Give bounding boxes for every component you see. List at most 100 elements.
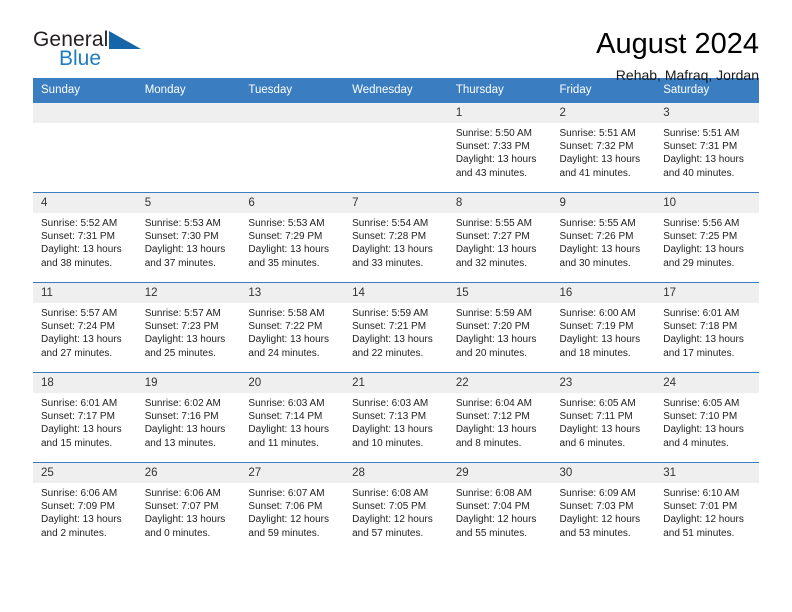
day-number: 9 <box>551 193 656 213</box>
sunrise-text: Sunrise: 6:03 AM <box>248 398 325 409</box>
sunrise-text: Sunrise: 5:58 AM <box>248 308 325 319</box>
calendar-day-cell[interactable]: 17 Sunrise: 6:01 AM Sunset: 7:18 PM Dayligh… <box>655 282 759 373</box>
calendar-week-row: 4 Sunrise: 5:52 AM Sunset: 7:31 PM Daylight… <box>33 192 759 283</box>
title-block: August 2024 Rehab, Mafraq, Jordan <box>596 26 759 85</box>
sunrise-text: Sunrise: 5:56 AM <box>663 218 740 229</box>
daylight-text: Daylight: 13 hours and 11 minutes. <box>248 424 330 449</box>
sunset-text: Sunset: 7:31 PM <box>41 231 115 243</box>
calendar-day-cell[interactable]: 30 Sunrise: 6:09 AM Sunset: 7:03 PM Dayligh… <box>551 462 656 553</box>
daylight-text: Daylight: 12 hours and 59 minutes. <box>248 514 330 539</box>
daylight-text: Daylight: 13 hours and 8 minutes. <box>455 424 537 449</box>
sunrise-text: Sunrise: 6:03 AM <box>352 398 429 409</box>
calendar-day-cell[interactable]: 14 Sunrise: 5:59 AM Sunset: 7:21 PM Dayligh… <box>344 282 448 373</box>
daylight-text: Daylight: 13 hours and 40 minutes. <box>663 154 744 179</box>
sunset-text: Sunset: 7:04 PM <box>455 501 530 513</box>
calendar-day-cell[interactable]: 5 Sunrise: 5:53 AM Sunset: 7:30 PM Daylight… <box>136 192 241 283</box>
calendar-day-cell[interactable]: 12 Sunrise: 5:57 AM Sunset: 7:23 PM Dayligh… <box>136 282 241 373</box>
daylight-text: Daylight: 12 hours and 51 minutes. <box>663 514 744 539</box>
daylight-text: Daylight: 13 hours and 27 minutes. <box>41 334 122 359</box>
calendar-body: 1 Sunrise: 5:50 AM Sunset: 7:33 PM Daylight… <box>33 102 759 553</box>
sunset-text: Sunset: 7:19 PM <box>559 321 634 333</box>
day-number: 31 <box>655 463 759 483</box>
sunrise-text: Sunrise: 6:06 AM <box>41 488 118 499</box>
calendar-week-row: 1 Sunrise: 5:50 AM Sunset: 7:33 PM Daylight… <box>33 102 759 193</box>
calendar-day-cell[interactable]: 28 Sunrise: 6:08 AM Sunset: 7:05 PM Dayligh… <box>344 462 448 553</box>
page-subtitle: Rehab, Mafraq, Jordan <box>615 67 759 83</box>
general-blue-logo[interactable]: General Blue <box>33 26 143 72</box>
calendar-day-cell[interactable]: 9 Sunrise: 5:55 AM Sunset: 7:26 PM Daylight… <box>551 192 656 283</box>
sunrise-text: Sunrise: 5:59 AM <box>455 308 532 319</box>
daylight-text: Daylight: 13 hours and 22 minutes. <box>352 334 433 359</box>
daylight-text: Daylight: 13 hours and 13 minutes. <box>144 424 226 449</box>
day-number: 29 <box>447 463 552 483</box>
day-sun-info: Sunrise: 6:08 AM Sunset: 7:04 PM Daylight:… <box>448 483 552 540</box>
sunrise-text: Sunrise: 6:08 AM <box>352 488 429 499</box>
sunset-text: Sunset: 7:14 PM <box>248 411 323 423</box>
day-sun-info: Sunrise: 6:06 AM Sunset: 7:09 PM Daylight:… <box>33 483 137 540</box>
day-number <box>33 103 137 123</box>
day-number: 3 <box>655 103 759 123</box>
daylight-text: Daylight: 12 hours and 57 minutes. <box>352 514 433 539</box>
day-sun-info: Sunrise: 5:57 AM Sunset: 7:23 PM Daylight:… <box>137 303 241 360</box>
sunrise-text: Sunrise: 5:59 AM <box>352 308 429 319</box>
calendar-day-cell[interactable]: 19 Sunrise: 6:02 AM Sunset: 7:16 PM Dayligh… <box>136 372 241 463</box>
day-sun-info: Sunrise: 5:59 AM Sunset: 7:20 PM Daylight:… <box>448 303 552 360</box>
day-number: 12 <box>136 283 241 303</box>
sunrise-text: Sunrise: 6:02 AM <box>144 398 221 409</box>
calendar-day-cell[interactable]: 24 Sunrise: 6:05 AM Sunset: 7:10 PM Dayligh… <box>655 372 759 463</box>
sunrise-text: Sunrise: 6:01 AM <box>41 398 118 409</box>
calendar-day-cell[interactable]: 16 Sunrise: 6:00 AM Sunset: 7:19 PM Dayligh… <box>551 282 656 373</box>
sunrise-text: Sunrise: 6:06 AM <box>144 488 221 499</box>
sunset-text: Sunset: 7:24 PM <box>41 321 115 333</box>
daylight-text: Daylight: 12 hours and 55 minutes. <box>455 514 537 539</box>
sunset-text: Sunset: 7:21 PM <box>352 321 427 333</box>
calendar-day-cell[interactable]: 10 Sunrise: 5:56 AM Sunset: 7:25 PM Dayligh… <box>655 192 759 283</box>
day-sun-info: Sunrise: 5:53 AM Sunset: 7:30 PM Daylight:… <box>137 213 241 270</box>
day-number: 21 <box>344 373 448 393</box>
sunset-text: Sunset: 7:33 PM <box>455 141 530 153</box>
calendar-day-cell[interactable]: 26 Sunrise: 6:06 AM Sunset: 7:07 PM Dayligh… <box>136 462 241 553</box>
calendar-day-cell[interactable]: 11 Sunrise: 5:57 AM Sunset: 7:24 PM Dayligh… <box>33 282 137 373</box>
calendar-day-cell[interactable]: 3 Sunrise: 5:51 AM Sunset: 7:31 PM Daylight… <box>655 102 759 193</box>
calendar-day-cell[interactable]: 13 Sunrise: 5:58 AM Sunset: 7:22 PM Dayligh… <box>240 282 345 373</box>
day-number: 11 <box>33 283 137 303</box>
day-number: 30 <box>551 463 656 483</box>
day-sun-info: Sunrise: 5:55 AM Sunset: 7:26 PM Daylight:… <box>552 213 656 270</box>
sunset-text: Sunset: 7:05 PM <box>352 501 427 513</box>
sunrise-text: Sunrise: 5:51 AM <box>663 128 740 139</box>
daylight-text: Daylight: 13 hours and 33 minutes. <box>352 244 433 269</box>
page-title: August 2024 <box>596 28 759 60</box>
calendar-day-cell[interactable]: 7 Sunrise: 5:54 AM Sunset: 7:28 PM Daylight… <box>344 192 448 283</box>
sunrise-text: Sunrise: 5:57 AM <box>41 308 118 319</box>
daylight-text: Daylight: 13 hours and 0 minutes. <box>144 514 226 539</box>
day-sun-info: Sunrise: 6:01 AM Sunset: 7:17 PM Daylight:… <box>33 393 137 450</box>
calendar-day-cell[interactable]: 21 Sunrise: 6:03 AM Sunset: 7:13 PM Dayligh… <box>344 372 448 463</box>
calendar-day-cell[interactable]: 22 Sunrise: 6:04 AM Sunset: 7:12 PM Dayligh… <box>447 372 552 463</box>
day-number <box>344 103 448 123</box>
calendar-day-cell[interactable]: 4 Sunrise: 5:52 AM Sunset: 7:31 PM Daylight… <box>33 192 137 283</box>
calendar-day-cell[interactable]: 25 Sunrise: 6:06 AM Sunset: 7:09 PM Dayligh… <box>33 462 137 553</box>
calendar-day-cell[interactable]: 29 Sunrise: 6:08 AM Sunset: 7:04 PM Dayligh… <box>447 462 552 553</box>
sunrise-text: Sunrise: 5:50 AM <box>455 128 532 139</box>
sunset-text: Sunset: 7:30 PM <box>144 231 219 243</box>
calendar-day-cell[interactable]: 27 Sunrise: 6:07 AM Sunset: 7:06 PM Dayligh… <box>240 462 345 553</box>
calendar-day-cell[interactable]: 8 Sunrise: 5:55 AM Sunset: 7:27 PM Daylight… <box>447 192 552 283</box>
calendar-day-cell[interactable]: 23 Sunrise: 6:05 AM Sunset: 7:11 PM Dayligh… <box>551 372 656 463</box>
calendar-container: Sunday Monday Tuesday Wednesday Thursday… <box>0 78 792 553</box>
day-sun-info: Sunrise: 5:55 AM Sunset: 7:27 PM Daylight:… <box>448 213 552 270</box>
day-number: 1 <box>447 103 552 123</box>
calendar-day-cell[interactable]: 6 Sunrise: 5:53 AM Sunset: 7:29 PM Daylight… <box>240 192 345 283</box>
calendar-day-cell[interactable]: 1 Sunrise: 5:50 AM Sunset: 7:33 PM Daylight… <box>447 102 552 193</box>
calendar-day-cell[interactable]: 18 Sunrise: 6:01 AM Sunset: 7:17 PM Dayligh… <box>33 372 137 463</box>
calendar-table: Sunday Monday Tuesday Wednesday Thursday… <box>33 78 759 553</box>
day-sun-info: Sunrise: 5:58 AM Sunset: 7:22 PM Daylight:… <box>240 303 344 360</box>
calendar-day-cell[interactable]: 31 Sunrise: 6:10 AM Sunset: 7:01 PM Dayligh… <box>655 462 759 553</box>
calendar-day-cell[interactable]: 20 Sunrise: 6:03 AM Sunset: 7:14 PM Dayligh… <box>240 372 345 463</box>
day-number: 6 <box>240 193 345 213</box>
calendar-cell-empty <box>136 102 241 193</box>
day-sun-info: Sunrise: 6:09 AM Sunset: 7:03 PM Daylight:… <box>552 483 656 540</box>
day-sun-info: Sunrise: 6:03 AM Sunset: 7:13 PM Daylight:… <box>344 393 448 450</box>
day-sun-info: Sunrise: 6:05 AM Sunset: 7:10 PM Daylight:… <box>655 393 759 450</box>
calendar-day-cell[interactable]: 15 Sunrise: 5:59 AM Sunset: 7:20 PM Dayligh… <box>447 282 552 373</box>
calendar-day-cell[interactable]: 2 Sunrise: 5:51 AM Sunset: 7:32 PM Daylight… <box>551 102 656 193</box>
